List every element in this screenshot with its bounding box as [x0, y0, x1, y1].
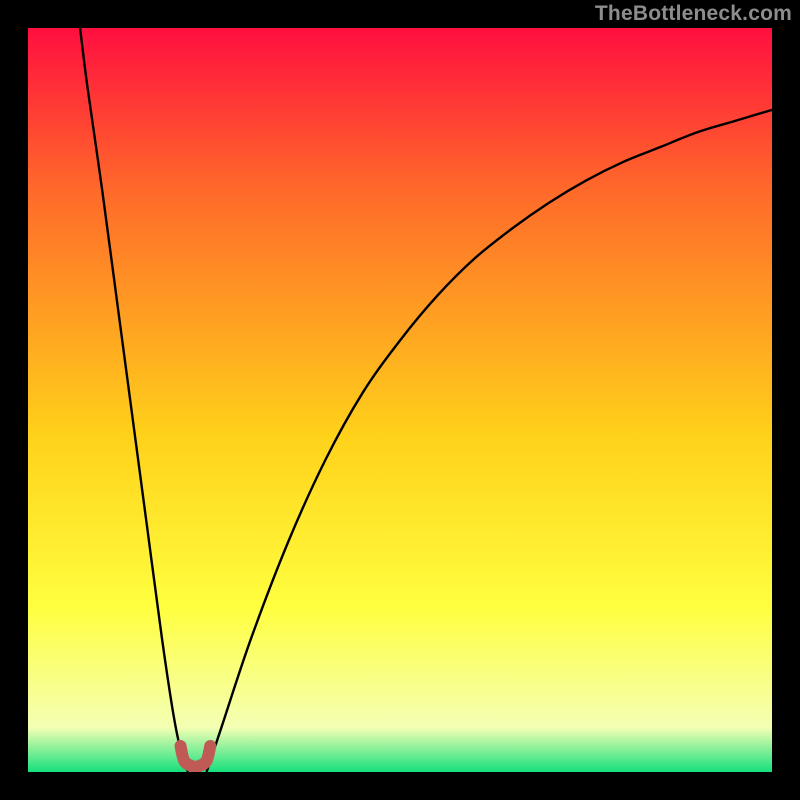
bottleneck-chart — [28, 28, 772, 772]
watermark-text: TheBottleneck.com — [595, 2, 792, 26]
outer-frame: TheBottleneck.com — [0, 0, 800, 800]
gradient-background — [28, 28, 772, 772]
